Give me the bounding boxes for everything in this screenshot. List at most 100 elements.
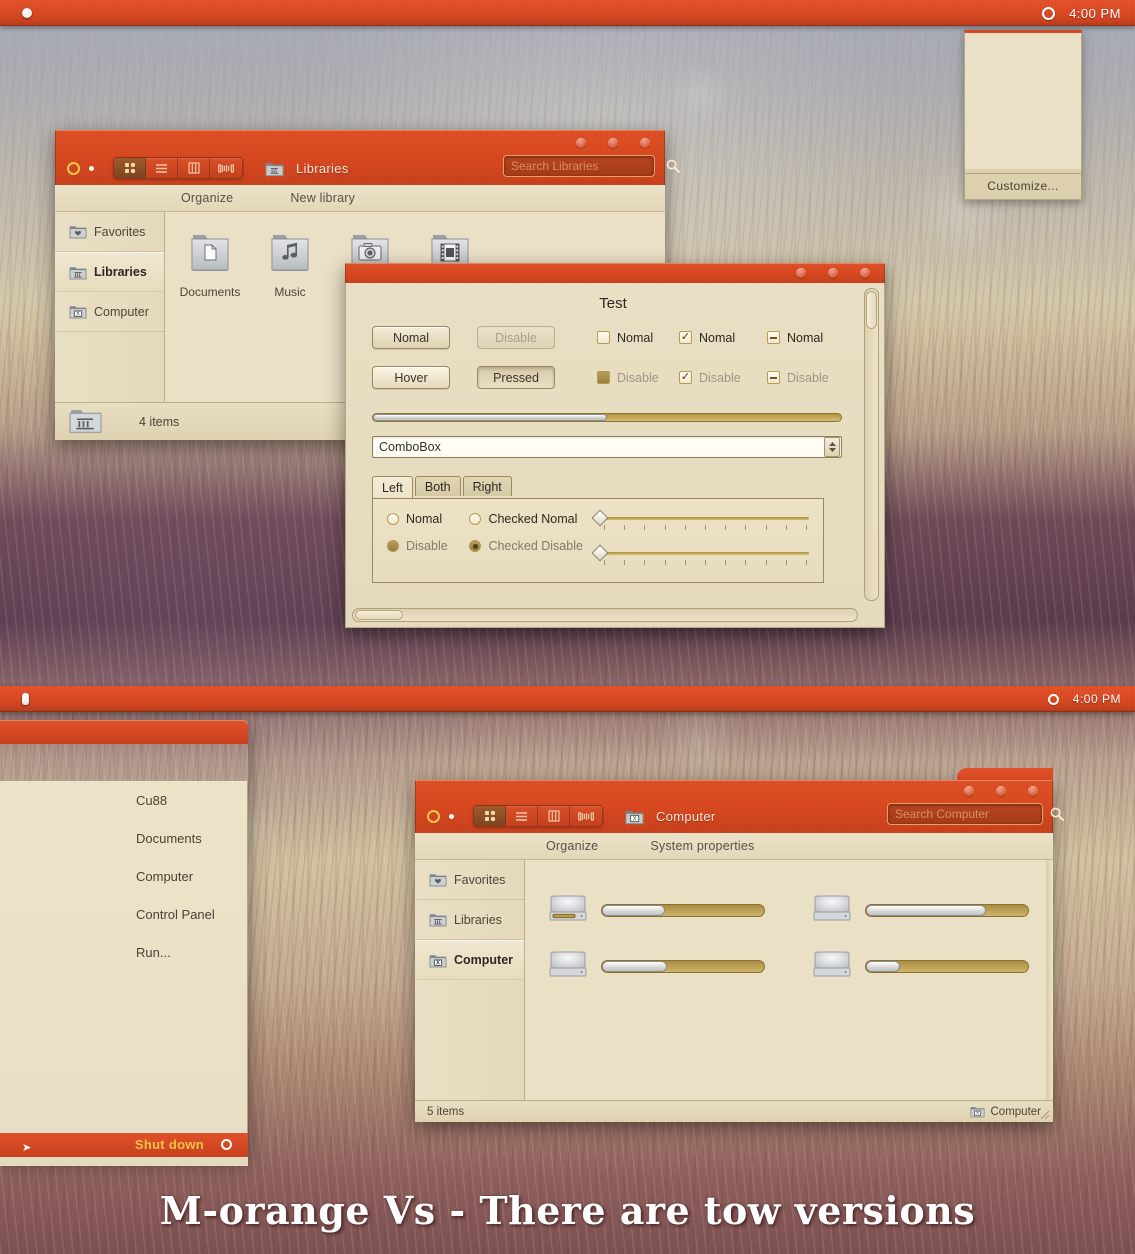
file-item-documents[interactable]: Documents	[179, 230, 241, 299]
drive-item-hdd-2[interactable]	[525, 938, 789, 994]
horizontal-slider[interactable]	[372, 413, 842, 422]
maximize-button[interactable]	[828, 268, 838, 278]
tab-left[interactable]: Left	[372, 476, 413, 498]
computer-sidebar[interactable]: Favorites Libraries X Computer	[415, 860, 525, 1100]
shutdown-button[interactable]: Shut down	[135, 1137, 204, 1152]
view-mode-group[interactable]	[473, 805, 603, 827]
maximize-button[interactable]	[608, 138, 618, 148]
radio-normal[interactable]: Nomal	[387, 512, 469, 526]
combobox[interactable]: ComboBox	[372, 436, 842, 458]
start-menu-item-computer[interactable]: Computer	[0, 857, 247, 895]
start-orb-bottom[interactable]	[22, 693, 29, 705]
minimize-button[interactable]	[964, 786, 974, 796]
start-menu-items[interactable]: Cu88 Documents Computer Control Panel Ru…	[0, 781, 248, 1133]
vertical-scrollbar-thumb[interactable]	[866, 291, 877, 329]
checkbox-normal-indeterminate[interactable]: Nomal	[767, 331, 823, 345]
view-details-button[interactable]	[538, 806, 570, 826]
pressed-button[interactable]: Pressed	[477, 366, 555, 389]
test-dialog[interactable]: Test Nomal Disable Nomal ✓ Nomal Nomal H…	[345, 263, 885, 628]
tab-right[interactable]: Right	[462, 476, 512, 496]
horizontal-scrollbar-thumb[interactable]	[355, 610, 403, 620]
view-list-button[interactable]	[146, 158, 178, 178]
hover-button[interactable]: Hover	[372, 366, 450, 389]
arrow-right-icon[interactable]: ➤	[22, 1141, 31, 1154]
start-menu-item-documents[interactable]: Documents	[0, 819, 247, 857]
start-menu-item-run[interactable]: Run...	[0, 933, 247, 971]
search-icon[interactable]	[666, 159, 680, 173]
sidebar-item-libraries[interactable]: Libraries	[55, 252, 164, 292]
address-title[interactable]: Computer	[656, 809, 715, 824]
sidebar-item-computer[interactable]: X Computer	[55, 292, 164, 332]
address-title[interactable]: Libraries	[296, 161, 349, 176]
test-titlebar[interactable]	[345, 263, 885, 283]
customize-gadget[interactable]: Customize...	[964, 30, 1082, 200]
libraries-sidebar[interactable]: Favorites Libraries X Computer	[55, 212, 165, 402]
organize-button[interactable]: Organize	[181, 191, 233, 205]
view-tiles-button[interactable]	[570, 806, 602, 826]
tick-slider-handle[interactable]	[591, 509, 609, 527]
radio-checked-normal[interactable]: Checked Nomal	[469, 512, 594, 526]
power-icon[interactable]	[1047, 693, 1059, 705]
sidebar-item-computer[interactable]: X Computer	[415, 940, 524, 980]
organize-button[interactable]: Organize	[546, 839, 598, 853]
radio-icon[interactable]	[387, 513, 399, 525]
back-circle-icon[interactable]	[67, 161, 80, 175]
checkbox-icon[interactable]	[767, 331, 780, 344]
power-icon[interactable]	[1042, 6, 1056, 20]
window-controls[interactable]	[964, 786, 1038, 796]
tick-slider-top[interactable]	[591, 509, 809, 534]
tab-both[interactable]: Both	[414, 476, 461, 496]
computer-titlebar[interactable]: X Computer	[415, 780, 1064, 833]
search-input[interactable]	[888, 807, 1050, 821]
radio-icon[interactable]	[469, 513, 482, 525]
start-orb-top[interactable]	[22, 8, 32, 18]
computer-drive-area[interactable]	[525, 860, 1053, 1100]
back-circle-icon[interactable]	[427, 809, 440, 823]
horizontal-scrollbar[interactable]	[352, 608, 858, 622]
sidebar-item-favorites[interactable]: Favorites	[55, 212, 164, 252]
start-menu-item-cu88[interactable]: Cu88	[0, 781, 247, 819]
start-menu-footer[interactable]: ➤ Shut down	[0, 1133, 248, 1166]
search-box[interactable]	[887, 803, 1064, 825]
search-box[interactable]	[503, 155, 680, 177]
new-library-button[interactable]: New library	[290, 191, 355, 205]
minimize-button[interactable]	[576, 138, 586, 148]
vertical-scrollbar[interactable]	[864, 288, 879, 601]
combobox-value[interactable]: ComboBox	[373, 440, 824, 454]
drive-item-hdd-3[interactable]	[789, 938, 1053, 994]
taskbar-top[interactable]: 4:00 PM	[0, 0, 1135, 26]
power-icon[interactable]	[221, 1139, 232, 1150]
view-icons-button[interactable]	[474, 806, 506, 826]
drive-item-optical[interactable]	[525, 882, 789, 938]
forward-dot-icon[interactable]	[89, 165, 94, 171]
computer-window[interactable]: X Computer Organize System properties Fa…	[415, 768, 1064, 1122]
start-menu-item-control-panel[interactable]: Control Panel	[0, 895, 247, 933]
taskbar-bottom[interactable]: 4:00 PM	[0, 686, 1135, 712]
view-tiles-button[interactable]	[210, 158, 242, 178]
forward-dot-icon[interactable]	[449, 813, 454, 819]
file-item-music[interactable]: Music	[259, 230, 321, 299]
system-properties-button[interactable]: System properties	[650, 839, 754, 853]
view-mode-group[interactable]	[113, 157, 243, 179]
tab-strip[interactable]: Left Both Right	[372, 476, 854, 498]
minimize-button[interactable]	[796, 268, 806, 278]
clock-bottom[interactable]: 4:00 PM	[1073, 692, 1121, 706]
checkbox-icon[interactable]: ✓	[679, 331, 692, 344]
computer-scrollbar[interactable]	[1046, 860, 1051, 1100]
sidebar-item-favorites[interactable]: Favorites	[415, 860, 524, 900]
clock-top[interactable]: 4:00 PM	[1069, 6, 1121, 21]
computer-command-bar[interactable]: Organize System properties	[415, 833, 1053, 860]
customize-label[interactable]: Customize...	[965, 179, 1081, 193]
checkbox-icon[interactable]	[597, 331, 610, 344]
checkbox-normal-checked[interactable]: ✓ Nomal	[679, 331, 767, 345]
normal-button[interactable]: Nomal	[372, 326, 450, 349]
resize-grip-icon[interactable]	[1040, 1109, 1050, 1120]
maximize-button[interactable]	[996, 786, 1006, 796]
drive-item-hdd-1[interactable]	[789, 882, 1053, 938]
tick-slider-bottom[interactable]	[591, 544, 809, 569]
window-controls[interactable]	[576, 138, 650, 148]
view-list-button[interactable]	[506, 806, 538, 826]
sidebar-item-libraries[interactable]: Libraries	[415, 900, 524, 940]
close-button[interactable]	[1028, 786, 1038, 796]
search-icon[interactable]	[1050, 807, 1064, 821]
